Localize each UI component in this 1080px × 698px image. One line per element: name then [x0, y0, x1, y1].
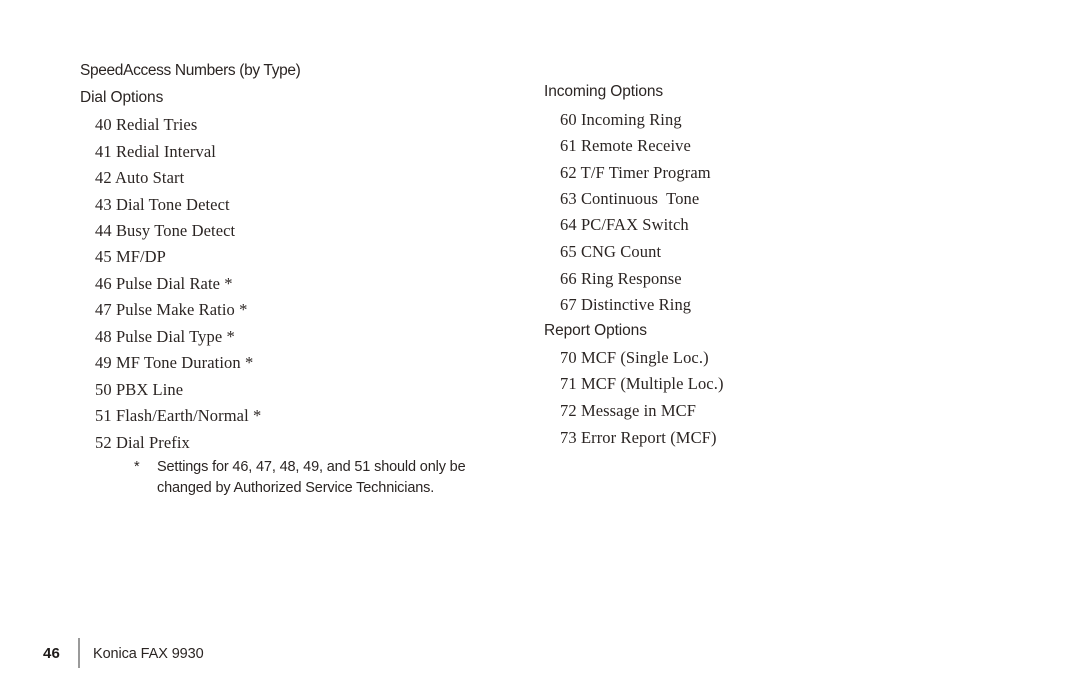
list-item-label: Busy Tone Detect [115, 221, 236, 240]
list-item-number: 62 [560, 163, 577, 182]
list-item-label: Flash/Earth/Normal * [115, 406, 262, 425]
list-item-number: 65 [560, 242, 577, 261]
list-item: 40 Redial Tries [95, 115, 197, 135]
footer-page-number: 46 [43, 645, 61, 662]
list-item-label: PC/FAX Switch [580, 215, 689, 234]
list-item-label: Dial Prefix [115, 433, 190, 452]
list-item-label: Pulse Dial Type * [115, 327, 235, 346]
list-item-number: 44 [95, 221, 112, 240]
list-item: 41 Redial Interval [95, 142, 216, 162]
section-heading-report-options: Report Options [544, 322, 647, 339]
document-page: SpeedAccess Numbers (by Type) Dial Optio… [0, 0, 1080, 698]
list-item-label: PBX Line [115, 380, 184, 399]
list-item-number: 40 [95, 115, 112, 134]
list-item: 51 Flash/Earth/Normal * [95, 406, 261, 426]
footer-divider [78, 638, 80, 668]
list-item-number: 60 [560, 110, 577, 129]
list-item-number: 63 [560, 189, 577, 208]
list-item: 45 MF/DP [95, 247, 166, 267]
list-item-number: 43 [95, 195, 112, 214]
footnote-line-1: Settings for 46, 47, 48, 49, and 51 shou… [157, 459, 466, 475]
list-item: 65 CNG Count [560, 242, 661, 262]
list-item-number: 46 [95, 274, 112, 293]
list-item-number: 41 [95, 142, 112, 161]
list-item-number: 71 [560, 374, 577, 393]
list-item-number: 70 [560, 348, 577, 367]
list-item-number: 50 [95, 380, 112, 399]
list-item-label: Redial Tries [115, 115, 198, 134]
list-item: 50 PBX Line [95, 380, 183, 400]
page-title-part2: Access Numbers (by Type) [123, 62, 301, 79]
list-item-number: 64 [560, 215, 577, 234]
list-item-label: MCF (Multiple Loc.) [580, 374, 724, 393]
page-title: SpeedAccess Numbers (by Type) [80, 62, 301, 80]
list-item-label: Auto Start [115, 168, 185, 187]
footer-product-title: Konica FAX 9930 [93, 646, 204, 662]
list-item: 71 MCF (Multiple Loc.) [560, 374, 724, 394]
list-item: 47 Pulse Make Ratio * [95, 300, 247, 320]
list-item-label: Remote Receive [580, 136, 691, 155]
list-item-number: 73 [560, 428, 577, 447]
list-item-label: CNG Count [580, 242, 662, 261]
list-item: 49 MF Tone Duration * [95, 353, 253, 373]
list-item: 64 PC/FAX Switch [560, 215, 689, 235]
list-item-number: 51 [95, 406, 112, 425]
section-heading-incoming-options: Incoming Options [544, 83, 664, 100]
list-item-label: MCF (Single Loc.) [580, 348, 709, 367]
list-item: 60 Incoming Ring [560, 110, 682, 130]
list-item-number: 49 [95, 353, 112, 372]
list-item-label: Message in MCF [580, 401, 697, 420]
list-item-number: 52 [95, 433, 112, 452]
list-item: 43 Dial Tone Detect [95, 195, 230, 215]
list-item: 72 Message in MCF [560, 401, 696, 421]
list-item-label: Redial Interval [115, 142, 216, 161]
list-item: 52 Dial Prefix [95, 433, 190, 453]
list-item: 66 Ring Response [560, 269, 682, 289]
list-item-label: Pulse Dial Rate * [115, 274, 233, 293]
list-item-number: 66 [560, 269, 577, 288]
footnote-marker: * [134, 459, 140, 475]
list-item: 73 Error Report (MCF) [560, 428, 717, 448]
list-item-label: Pulse Make Ratio * [115, 300, 248, 319]
list-item-number: 45 [95, 247, 112, 266]
footnote-line-2: changed by Authorized Service Technician… [157, 480, 435, 496]
page-title-part1: Speed [80, 62, 124, 79]
list-item-number: 67 [560, 295, 577, 314]
list-item-label: Incoming Ring [580, 110, 682, 129]
section-heading-dial-options: Dial Options [80, 89, 164, 106]
list-item: 42 Auto Start [95, 168, 184, 188]
list-item-label: MF/DP [115, 247, 166, 266]
list-item-label: MF Tone Duration * [115, 353, 254, 372]
list-item-number: 48 [95, 327, 112, 346]
list-item: 67 Distinctive Ring [560, 295, 691, 315]
list-item: 61 Remote Receive [560, 136, 691, 156]
list-item-label: Error Report (MCF) [580, 428, 717, 447]
list-item-label: Continuous Tone [580, 189, 700, 208]
list-item-label: Distinctive Ring [580, 295, 692, 314]
list-item: 70 MCF (Single Loc.) [560, 348, 709, 368]
list-item: 44 Busy Tone Detect [95, 221, 235, 241]
list-item-label: T/F Timer Program [580, 163, 711, 182]
list-item: 62 T/F Timer Program [560, 163, 711, 183]
list-item-number: 72 [560, 401, 577, 420]
list-item-number: 42 [95, 168, 112, 187]
list-item-label: Dial Tone Detect [115, 195, 230, 214]
list-item-label: Ring Response [580, 269, 682, 288]
list-item-number: 61 [560, 136, 577, 155]
list-item: 63 Continuous Tone [560, 189, 699, 209]
list-item: 46 Pulse Dial Rate * [95, 274, 233, 294]
list-item-number: 47 [95, 300, 112, 319]
list-item: 48 Pulse Dial Type * [95, 327, 235, 347]
